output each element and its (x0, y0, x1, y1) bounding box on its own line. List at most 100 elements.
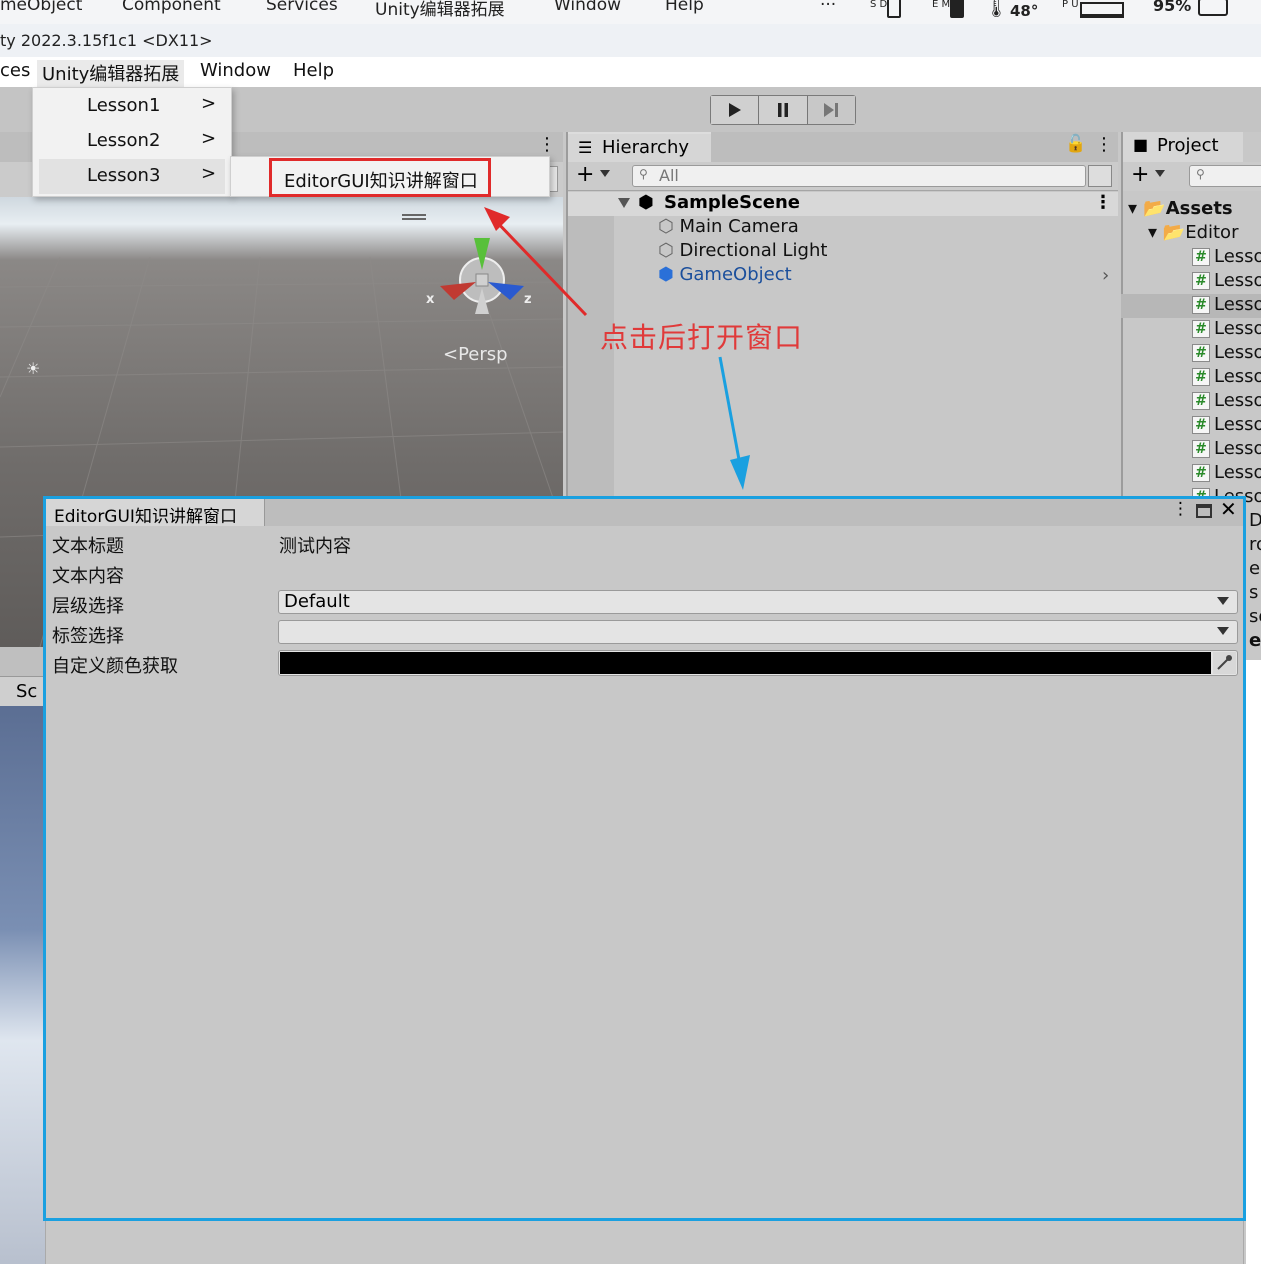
expand-arrow-icon: ▾ (1128, 198, 1138, 219)
hierarchy-item-gameobject[interactable]: ⬢ GameObject (658, 264, 792, 285)
project-search-input[interactable]: ⚲ (1189, 165, 1261, 187)
sys-more-icon[interactable]: ··· (820, 0, 836, 15)
game-view (0, 706, 45, 1264)
sys-menu-gameobject[interactable]: meObject (0, 0, 82, 15)
menu-help[interactable]: Help (293, 60, 334, 81)
chevron-right-icon: > (201, 163, 217, 184)
em-gauge-icon (950, 0, 964, 18)
submenu-item-label: EditorGUI知识讲解窗口 (284, 171, 478, 192)
window-more-icon[interactable]: ⋮ (1172, 499, 1189, 519)
file-label: Lesso (1214, 438, 1261, 459)
status-pu-label: P U (1062, 0, 1079, 10)
play-icon (728, 103, 741, 117)
tab-scene-lower[interactable]: Sc (16, 681, 37, 702)
project-file-row[interactable]: #Lesso (1192, 342, 1261, 363)
project-toolbar: + ⚲ (1123, 162, 1261, 191)
color-swatch[interactable] (280, 652, 1211, 674)
scene-more-icon[interactable]: ⋮ (1094, 192, 1112, 213)
close-icon[interactable]: ✕ (1220, 497, 1237, 521)
light-gizmo-icon[interactable]: ☀ (26, 359, 40, 378)
thermometer-icon: 🌡 (985, 0, 1008, 19)
eyedropper-button[interactable] (1213, 652, 1236, 674)
tag-dropdown[interactable] (278, 620, 1238, 644)
tab-hierarchy[interactable]: ☰ Hierarchy (568, 132, 711, 162)
menu-item-lesson1[interactable]: Lesson1 > (33, 89, 231, 124)
maximize-icon[interactable] (1196, 504, 1212, 518)
sys-menu-help[interactable]: Help (665, 0, 704, 15)
project-file-row[interactable]: #Lesso (1192, 318, 1261, 339)
app-menubar: ces Unity编辑器拓展 Window Help (0, 57, 1261, 87)
project-file-row-selected[interactable]: # Lesso (1121, 294, 1261, 318)
project-file-row[interactable]: #Lesso (1192, 366, 1261, 387)
menu-window[interactable]: Window (200, 60, 271, 81)
play-button[interactable] (711, 96, 760, 124)
menu-item-label: Lesson2 (87, 130, 161, 151)
chevron-down-icon (1217, 627, 1229, 635)
perspective-label[interactable]: <Persp (443, 344, 508, 365)
menu-item-lesson3[interactable]: Lesson3 > (39, 159, 225, 194)
step-button[interactable] (807, 96, 855, 124)
add-dropdown-icon[interactable] (600, 170, 610, 177)
sys-menu-component[interactable]: Component (122, 0, 221, 15)
temperature-label: 48° (1010, 2, 1039, 20)
sys-menu-window[interactable]: Window (554, 0, 621, 15)
pu-meter-icon (1080, 2, 1124, 18)
tab-project[interactable]: ■ Project (1123, 132, 1243, 162)
persp-chevron-icon: < (443, 344, 459, 365)
project-file-row[interactable]: #Lesso (1192, 462, 1261, 483)
project-file-row[interactable]: #Lesso (1192, 390, 1261, 411)
scene-more-icon[interactable]: ⋮ (538, 134, 556, 155)
field-label-text-content: 文本内容 (52, 566, 124, 587)
blue-cube-icon: ⬢ (658, 264, 674, 285)
menu-editor-ext[interactable]: Unity编辑器拓展 (37, 60, 185, 87)
project-file-row[interactable]: #Lesso (1192, 438, 1261, 459)
lock-icon[interactable]: 🔓 (1065, 134, 1086, 154)
status-sd-label: S D (870, 0, 888, 10)
expand-arrow-icon[interactable] (618, 198, 630, 208)
menu-item-lesson2[interactable]: Lesson2 > (33, 124, 231, 159)
file-label: Lesso (1214, 366, 1261, 387)
sys-menu-services[interactable]: Services (266, 0, 338, 15)
submenu-item-editor-gui-window[interactable]: EditorGUI知识讲解窗口 (269, 158, 491, 197)
project-assets-row[interactable]: ▾ 📂Assets (1128, 198, 1233, 219)
hierarchy-more-icon[interactable]: ⋮ (1095, 134, 1113, 155)
file-label: Lesso (1214, 342, 1261, 363)
project-add-dropdown-icon[interactable] (1155, 170, 1165, 177)
project-file-row[interactable]: #Lesso (1192, 270, 1261, 291)
hierarchy-item-directional-light[interactable]: ⬡ Directional Light (658, 240, 827, 261)
sys-menu-editor-ext[interactable]: Unity编辑器拓展 (375, 0, 505, 20)
game-tabbar: Sc (0, 676, 45, 706)
layer-dropdown[interactable]: Default (278, 590, 1238, 614)
script-icon: # (1192, 248, 1210, 266)
item-label: Main Camera (679, 216, 799, 237)
chevron-right-icon[interactable]: › (1102, 265, 1109, 286)
blue-annotation-arrow (718, 356, 750, 490)
menu-services[interactable]: ces (0, 60, 30, 81)
tab-editor-gui-window[interactable]: EditorGUI知识讲解窗口 (46, 499, 265, 527)
search-placeholder: All (659, 166, 679, 185)
script-icon: # (1192, 320, 1210, 338)
chevron-down-icon (1217, 597, 1229, 605)
add-icon[interactable]: + (576, 162, 594, 187)
scene-row[interactable]: ⬢ SampleScene ⋮ (568, 192, 1118, 216)
project-add-icon[interactable]: + (1131, 162, 1149, 187)
field-label-tag: 标签选择 (52, 626, 124, 647)
project-file-row[interactable]: #Lesso (1192, 414, 1261, 435)
menu-item-label: Lesson1 (87, 95, 161, 116)
window-titlebar: ty 2022.3.15f1c1 <DX11> (0, 24, 1261, 57)
hierarchy-search-input[interactable]: ⚲ All (632, 165, 1086, 187)
project-file-row[interactable]: #Lesso (1192, 246, 1261, 267)
system-menubar: meObject Component Services Unity编辑器拓展 W… (0, 0, 1261, 24)
hierarchy-item-main-camera[interactable]: ⬡ Main Camera (658, 216, 799, 237)
project-clipped-text: es (1249, 558, 1261, 579)
script-icon: # (1192, 296, 1210, 314)
file-label: Lesso (1214, 294, 1261, 315)
right-background (1246, 660, 1261, 1264)
script-icon: # (1192, 272, 1210, 290)
project-editor-row[interactable]: ▾ 📂Editor (1148, 222, 1238, 243)
pause-button[interactable] (759, 96, 808, 124)
unity-scene-icon: ⬢ (638, 192, 654, 213)
list-icon: ☰ (578, 138, 593, 157)
pause-icon (777, 103, 788, 117)
search-filter-button[interactable] (1088, 165, 1112, 187)
